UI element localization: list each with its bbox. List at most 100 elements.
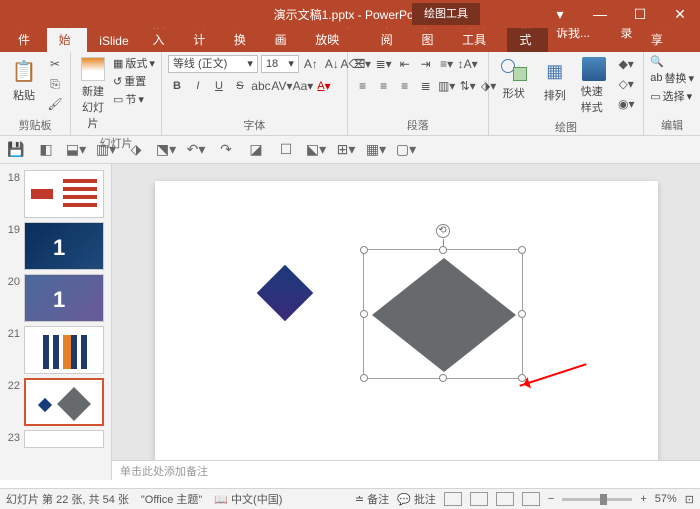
replace-button[interactable]: ab 替换 ▾ [650, 70, 694, 86]
qat-btn-5[interactable]: ⬗ [126, 140, 146, 160]
status-lang[interactable]: 📖 中文(中国) [214, 491, 282, 507]
align-right-icon[interactable]: ≡ [396, 77, 414, 95]
qat-btn-9[interactable]: ◪ [246, 140, 266, 160]
reset-button[interactable]: ↺ 重置 [113, 73, 155, 89]
minimize-icon[interactable]: — [580, 0, 620, 28]
arrange-button[interactable]: ▦ 排列 [537, 55, 573, 105]
group-paragraph: ☰▾ ≣▾ ⇤ ⇥ ≡▾ ↕A▾ ≡ ≡ ≡ ≣ ▥▾ ⇅▾ ⬗▾ 段落 [348, 52, 489, 135]
shape-effects-icon[interactable]: ◉▾ [615, 95, 637, 113]
thumb-18[interactable] [24, 170, 104, 218]
reading-view-icon[interactable] [496, 492, 514, 506]
align-text-icon[interactable]: ⇅▾ [459, 77, 477, 95]
shape-outline-icon[interactable]: ◇▾ [615, 75, 637, 93]
line-spacing-icon[interactable]: ≡▾ [438, 55, 456, 73]
font-size-input[interactable]: 18▾ [261, 55, 299, 73]
font-name-input[interactable]: 等线 (正文)▾ [168, 55, 258, 73]
qat-btn-11[interactable]: ⬕▾ [306, 140, 326, 160]
tab-islide[interactable]: iSlide [87, 30, 140, 52]
select-button[interactable]: ▭ 选择 ▾ [650, 88, 694, 104]
fit-window-icon[interactable]: ⊡ [685, 493, 694, 506]
notes-pane[interactable]: 单击此处添加备注 [112, 460, 700, 480]
align-justify-icon[interactable]: ≣ [417, 77, 435, 95]
find-button[interactable]: 🔍 [650, 55, 694, 68]
spacing-icon[interactable]: AV▾ [273, 77, 291, 95]
thumb-21[interactable] [24, 326, 104, 374]
workspace: 18 19 20 21 22 23 ⟲ 单击 [0, 164, 700, 480]
normal-view-icon[interactable] [444, 492, 462, 506]
status-comments-button[interactable]: 💬 批注 [397, 491, 436, 507]
group-clipboard: 📋 粘贴 ✂ ⎘ 🖌 剪贴板 [0, 52, 71, 135]
qat-btn-6[interactable]: ⬔▾ [156, 140, 176, 160]
new-slide-button[interactable]: 新建 幻灯片 [77, 55, 109, 133]
quick-styles-button[interactable]: 快速样式 [577, 55, 611, 117]
selection-box[interactable]: ⟲ [363, 249, 523, 379]
redo-icon[interactable]: ↷ [216, 140, 236, 160]
increase-font-icon[interactable]: A↑ [302, 55, 320, 73]
align-left-icon[interactable]: ≡ [354, 77, 372, 95]
strike-icon[interactable]: S [231, 77, 249, 95]
italic-icon[interactable]: I [189, 77, 207, 95]
columns-icon[interactable]: ▥▾ [438, 77, 456, 95]
qat-btn-2[interactable]: ◧ [36, 140, 56, 160]
paste-icon: 📋 [10, 57, 38, 85]
thumb-19[interactable] [24, 222, 104, 270]
text-direction-icon[interactable]: ↕A▾ [459, 55, 477, 73]
shadow-icon[interactable]: abc [252, 77, 270, 95]
qat-btn-4[interactable]: ▥▾ [96, 140, 116, 160]
zoom-level[interactable]: 57% [655, 493, 677, 505]
thumb-20[interactable] [24, 274, 104, 322]
context-tab-label: 绘图工具 [412, 3, 480, 25]
slide-canvas[interactable]: ⟲ 单击此处添加备注 [112, 164, 700, 480]
paste-button[interactable]: 📋 粘贴 [6, 55, 42, 105]
shapes-button[interactable]: 形状 [495, 55, 533, 103]
cut-icon[interactable]: ✂ [46, 55, 64, 73]
rotate-handle-icon[interactable]: ⟲ [436, 224, 450, 238]
thumb-num-22: 22 [4, 378, 20, 392]
qat-btn-12[interactable]: ⊞▾ [336, 140, 356, 160]
close-icon[interactable]: ✕ [660, 0, 700, 28]
zoom-in-icon[interactable]: + [640, 493, 646, 505]
sorter-view-icon[interactable] [470, 492, 488, 506]
group-label-clipboard: 剪贴板 [6, 115, 64, 133]
shapes-icon [499, 57, 529, 83]
bullets-icon[interactable]: ☰▾ [354, 55, 372, 73]
align-center-icon[interactable]: ≡ [375, 77, 393, 95]
thumb-23[interactable] [24, 430, 104, 448]
status-notes-button[interactable]: ≐ 备注 [355, 491, 389, 507]
qat-btn-13[interactable]: ▦▾ [366, 140, 386, 160]
bold-icon[interactable]: B [168, 77, 186, 95]
status-bar: 幻灯片 第 22 张, 共 54 张 "Office 主题" 📖 中文(中国) … [0, 488, 700, 509]
new-slide-icon [81, 57, 105, 81]
qat-btn-14[interactable]: ▢▾ [396, 140, 416, 160]
thumb-22[interactable] [24, 378, 104, 426]
shape-fill-icon[interactable]: ◆▾ [615, 55, 637, 73]
status-slide-info: 幻灯片 第 22 张, 共 54 张 [6, 491, 129, 507]
thumb-num-20: 20 [4, 274, 20, 288]
qat-btn-3[interactable]: ⬓▾ [66, 140, 86, 160]
thumb-num-19: 19 [4, 222, 20, 236]
format-painter-icon[interactable]: 🖌 [46, 95, 64, 113]
shape-diamond-small[interactable] [256, 264, 313, 321]
save-icon[interactable]: 💾 [6, 140, 26, 160]
qat-btn-10[interactable]: ☐ [276, 140, 296, 160]
zoom-out-icon[interactable]: − [548, 493, 554, 505]
indent-dec-icon[interactable]: ⇤ [396, 55, 414, 73]
indent-inc-icon[interactable]: ⇥ [417, 55, 435, 73]
ribbon-options-icon[interactable]: ▾ [540, 0, 580, 28]
slide[interactable]: ⟲ [155, 181, 658, 464]
quick-styles-icon [582, 57, 606, 81]
case-icon[interactable]: Aa▾ [294, 77, 312, 95]
numbering-icon[interactable]: ≣▾ [375, 55, 393, 73]
slideshow-view-icon[interactable] [522, 492, 540, 506]
underline-icon[interactable]: U [210, 77, 228, 95]
copy-icon[interactable]: ⎘ [46, 75, 64, 93]
section-button[interactable]: ▭ 节 ▾ [113, 91, 155, 107]
font-color-icon[interactable]: A▾ [315, 77, 333, 95]
thumb-num-23: 23 [4, 430, 20, 444]
decrease-font-icon[interactable]: A↓ [323, 55, 341, 73]
maximize-icon[interactable]: ☐ [620, 0, 660, 28]
zoom-slider[interactable] [562, 498, 632, 501]
undo-icon[interactable]: ↶▾ [186, 140, 206, 160]
shape-diamond-big[interactable] [364, 250, 524, 380]
layout-button[interactable]: ▦ 版式 ▾ [113, 55, 155, 71]
